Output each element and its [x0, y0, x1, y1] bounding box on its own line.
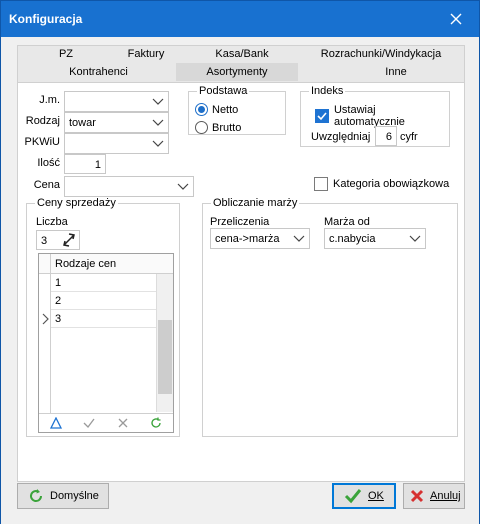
grid-row[interactable]: 1	[51, 274, 157, 292]
podstawa-legend: Podstawa	[199, 85, 248, 97]
checkbox-checked-icon	[315, 109, 329, 123]
grid-row[interactable]: 2	[51, 292, 157, 310]
current-row-icon	[42, 313, 49, 325]
chevron-down-icon	[152, 98, 164, 105]
cyfr-label: cyfr	[400, 131, 418, 143]
tab-kasa-bank[interactable]: Kasa/Bank	[207, 45, 277, 63]
grid-toolbar	[39, 413, 173, 432]
checkbox-empty-icon	[314, 177, 328, 191]
cancel-button[interactable]: Anuluj	[403, 483, 465, 509]
ok-check-icon	[344, 489, 362, 504]
window-title: Konfiguracja	[9, 12, 83, 26]
tab-faktury[interactable]: Faktury	[116, 45, 176, 63]
digits-field[interactable]: 6	[375, 126, 397, 146]
radio-selected-icon	[195, 103, 208, 116]
ok-button[interactable]: OK	[332, 483, 396, 509]
tab-rozrachunki[interactable]: Rozrachunki/Windykacja	[311, 45, 451, 63]
pkwiu-combo[interactable]	[64, 133, 169, 154]
dialog-body: PZ Faktury Kasa/Bank Rozrachunki/Windyka…	[1, 37, 479, 524]
tab-kontrahenci[interactable]: Kontrahenci	[41, 63, 156, 81]
brutto-radio[interactable]: Brutto	[195, 121, 241, 134]
grid-scrollbar[interactable]	[156, 274, 173, 412]
marza-od-label: Marża od	[324, 216, 370, 228]
grid-header: Rodzaje cen	[39, 254, 173, 274]
ilosc-label: Ilość	[37, 157, 60, 169]
jm-combo[interactable]	[64, 91, 169, 112]
cancel-icon	[410, 489, 424, 503]
close-button[interactable]	[433, 1, 479, 37]
chevron-down-icon	[152, 140, 164, 147]
kategoria-checkbox[interactable]: Kategoria obowiązkowa	[314, 177, 449, 191]
uwzgl-label: Uwzględniaj	[311, 131, 371, 143]
marza-legend: Obliczanie marży	[213, 197, 298, 209]
tab-panel-asortymenty: J.m. Rodzaj towar PKWiU Ilość 1 Cena Pod…	[17, 82, 465, 482]
rodzaj-label: Rodzaj	[25, 115, 60, 127]
tab-pz[interactable]: PZ	[41, 45, 91, 63]
chevron-down-icon	[177, 183, 189, 190]
insert-triangle-icon[interactable]	[49, 417, 62, 429]
defaults-button[interactable]: Domyślne	[17, 483, 109, 509]
title-bar: Konfiguracja	[1, 1, 479, 37]
radio-empty-icon	[195, 121, 208, 134]
cena-combo[interactable]	[64, 176, 194, 197]
tab-inne[interactable]: Inne	[341, 63, 451, 81]
close-icon	[450, 13, 462, 25]
grid-row[interactable]: 3	[51, 310, 157, 328]
cena-label: Cena	[33, 179, 60, 191]
price-types-grid[interactable]: Rodzaje cen 1 2 3	[38, 253, 174, 433]
ceny-legend: Ceny sprzedaży	[37, 197, 116, 209]
indeks-legend: Indeks	[311, 85, 344, 97]
indeks-group: Indeks Ustawiaj automatycznie Uwzględnia…	[300, 85, 450, 147]
row-indicator-column	[39, 254, 51, 432]
rodzaj-combo[interactable]: towar	[64, 112, 169, 133]
cancel-x-icon[interactable]	[117, 417, 129, 429]
pkwiu-label: PKWiU	[24, 136, 60, 148]
ilosc-field[interactable]: 1	[64, 154, 106, 174]
check-icon[interactable]	[83, 417, 95, 429]
chevron-down-icon	[152, 119, 164, 126]
liczba-spin[interactable]: 3	[36, 230, 80, 250]
tab-asortymenty[interactable]: Asortymenty	[176, 63, 298, 81]
scrollbar-thumb[interactable]	[158, 320, 172, 394]
chevron-down-icon	[409, 235, 421, 242]
jm-label: J.m.	[39, 94, 60, 106]
przeliczenia-combo[interactable]: cena->marża	[210, 228, 310, 249]
auto-index-checkbox[interactable]: Ustawiaj automatycznie	[315, 104, 449, 128]
netto-radio[interactable]: Netto	[195, 103, 238, 116]
refresh-icon[interactable]	[150, 417, 162, 429]
config-window: Konfiguracja PZ Faktury Kasa/Bank Rozrac…	[0, 0, 480, 524]
marza-od-combo[interactable]: c.nabycia	[324, 228, 426, 249]
reset-arrows-icon	[30, 489, 43, 502]
przeliczenia-label: Przeliczenia	[210, 216, 270, 228]
liczba-label: Liczba	[36, 216, 68, 228]
chevron-down-icon	[293, 235, 305, 242]
podstawa-group: Podstawa Netto Brutto	[188, 85, 286, 135]
spin-arrows-icon	[63, 233, 75, 247]
